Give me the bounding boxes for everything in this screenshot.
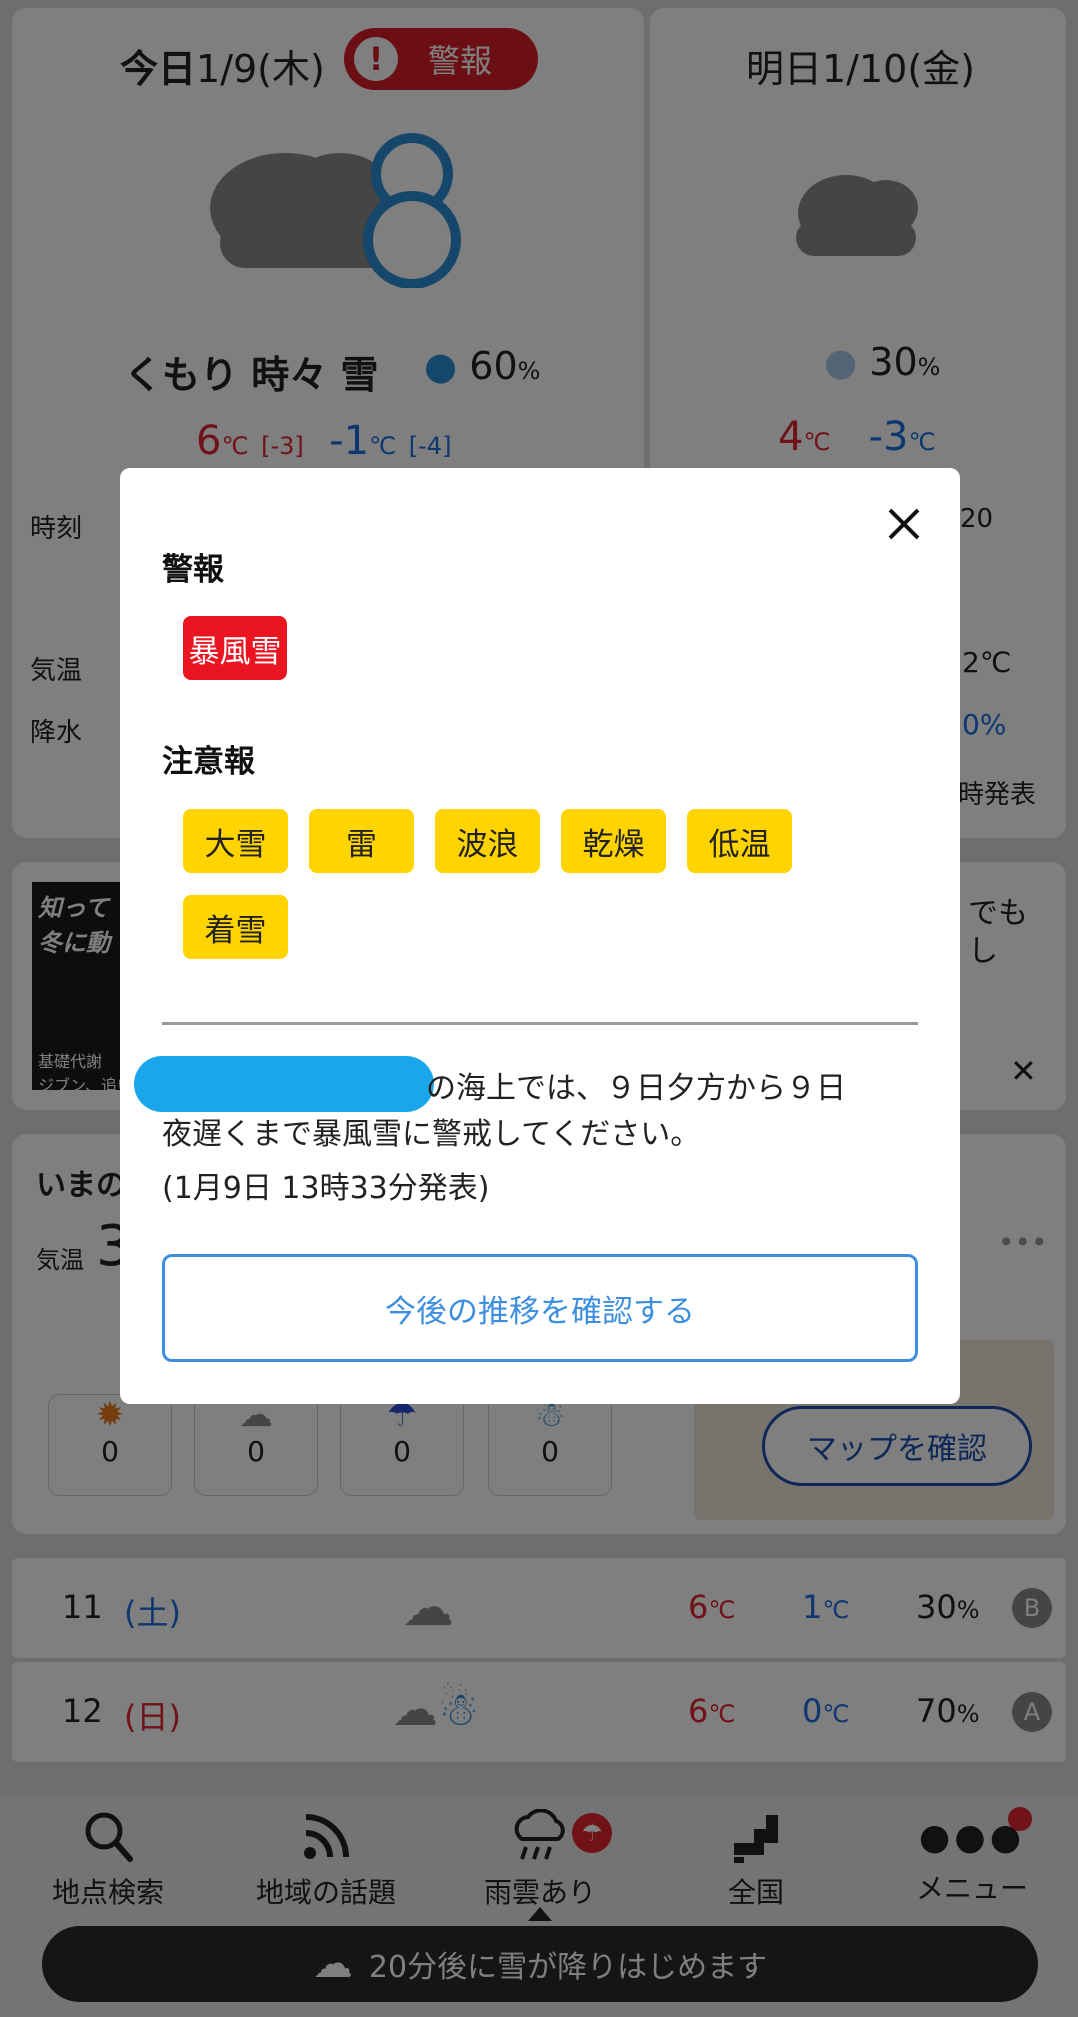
issued-time: (1月9日 13時33分発表) <box>162 1171 490 1206</box>
advisory-chip[interactable]: 乾燥 <box>561 809 666 873</box>
advisory-chip[interactable]: 低温 <box>687 809 792 873</box>
advisory-chip[interactable]: 着雪 <box>183 895 288 959</box>
modal-divider <box>162 1022 918 1025</box>
warning-message-line2: 夜遅くまで暴風雪に警戒してください。 <box>162 1117 701 1152</box>
warning-chip[interactable]: 暴風雪 <box>183 616 287 680</box>
close-icon[interactable] <box>884 504 924 544</box>
warning-section-title: 警報 <box>162 552 224 588</box>
advisory-chip[interactable]: 雷 <box>309 809 414 873</box>
advisory-section-title: 注意報 <box>162 744 255 780</box>
advisory-chip[interactable]: 大雪 <box>183 809 288 873</box>
warning-message-line1: の海上では、９日夕方から９日 <box>426 1071 846 1106</box>
warning-modal: 警報 暴風雪 注意報 大雪 雷 波浪 乾燥 低温 着雪 の海上では、９日夕方から… <box>120 468 960 1404</box>
redacted-area <box>134 1056 434 1112</box>
advisory-chip[interactable]: 波浪 <box>435 809 540 873</box>
confirm-trend-button[interactable]: 今後の推移を確認する <box>162 1254 918 1362</box>
